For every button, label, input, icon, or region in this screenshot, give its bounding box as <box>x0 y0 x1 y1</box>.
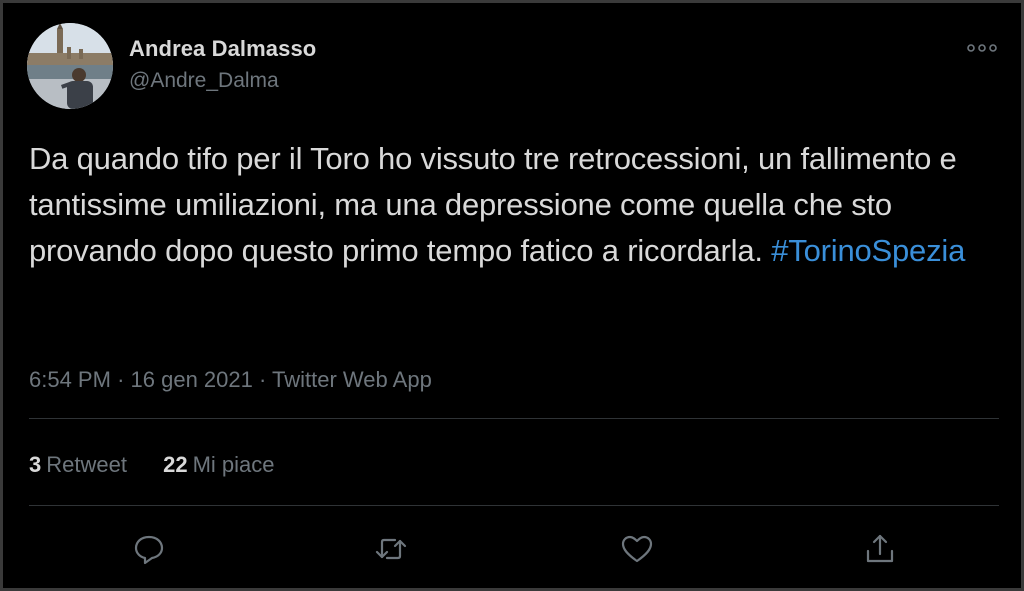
retweets-stat[interactable]: 3 Retweet <box>29 452 127 478</box>
retweets-count: 3 <box>29 452 42 477</box>
like-icon[interactable] <box>619 531 655 567</box>
divider <box>29 418 999 419</box>
tweet-card: Andrea Dalmasso @Andre_Dalma Da quando t… <box>3 3 1021 588</box>
reply-icon[interactable] <box>131 531 167 567</box>
likes-label: Mi piace <box>192 452 275 477</box>
tweet-metadata: 6:54 PM · 16 gen 2021 · Twitter Web App <box>29 367 432 393</box>
retweets-label: Retweet <box>46 452 127 477</box>
avatar[interactable] <box>27 23 113 109</box>
retweet-icon[interactable] <box>373 531 409 567</box>
tweet-source[interactable]: Twitter Web App <box>272 367 432 392</box>
author-display-name[interactable]: Andrea Dalmasso <box>129 36 316 62</box>
tweet-date[interactable]: 16 gen 2021 <box>131 367 253 392</box>
meta-separator: · <box>258 367 267 392</box>
tweet-text: Da quando tifo per il Toro ho vissuto tr… <box>29 136 999 274</box>
likes-stat[interactable]: 22 Mi piace <box>163 452 274 478</box>
meta-separator: · <box>117 367 125 392</box>
likes-count: 22 <box>163 452 188 477</box>
more-options-icon[interactable] <box>965 39 999 57</box>
share-icon[interactable] <box>862 531 898 567</box>
avatar-image <box>27 23 113 109</box>
divider <box>29 505 999 506</box>
engagement-stats: 3 Retweet 22 Mi piace <box>29 452 305 478</box>
tweet-time[interactable]: 6:54 PM <box>29 367 111 392</box>
author-handle[interactable]: @Andre_Dalma <box>129 69 279 93</box>
hashtag-link[interactable]: #TorinoSpezia <box>771 233 965 268</box>
action-bar <box>3 531 1021 571</box>
